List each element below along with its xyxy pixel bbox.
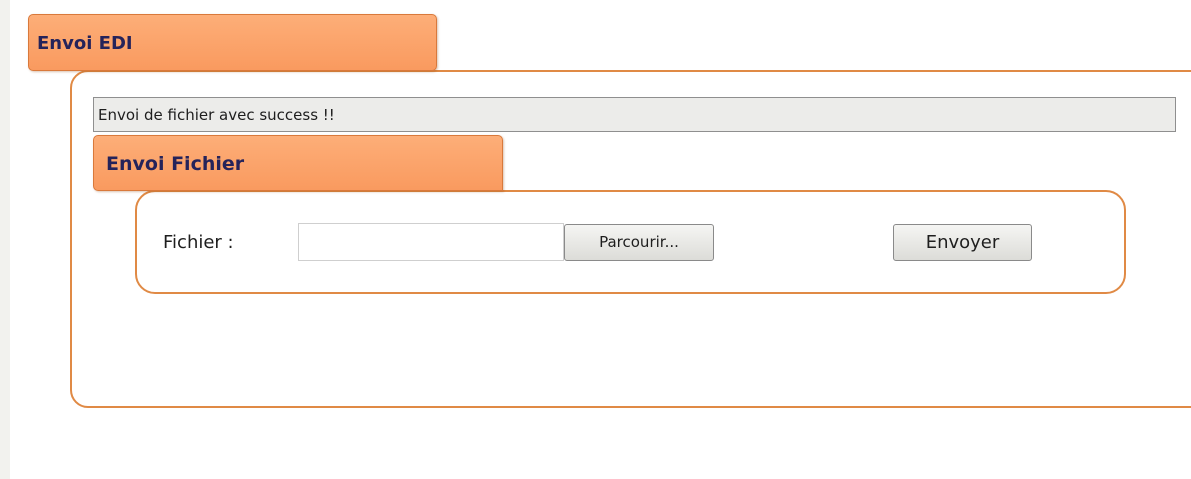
status-message-bar: Envoi de fichier avec success !! <box>93 97 1176 132</box>
file-field-label: Fichier : <box>163 232 234 253</box>
envoi-edi-title: Envoi EDI <box>37 33 133 54</box>
status-message-text: Envoi de fichier avec success !! <box>98 106 335 124</box>
envoi-fichier-title: Envoi Fichier <box>106 153 245 175</box>
send-button[interactable]: Envoyer <box>893 224 1032 261</box>
envoi-fichier-header-tab: Envoi Fichier <box>93 135 503 191</box>
file-path-input[interactable] <box>298 223 564 261</box>
browse-button[interactable]: Parcourir... <box>564 224 714 261</box>
left-side-strip <box>0 0 10 479</box>
envoi-edi-header-tab: Envoi EDI <box>28 14 437 71</box>
